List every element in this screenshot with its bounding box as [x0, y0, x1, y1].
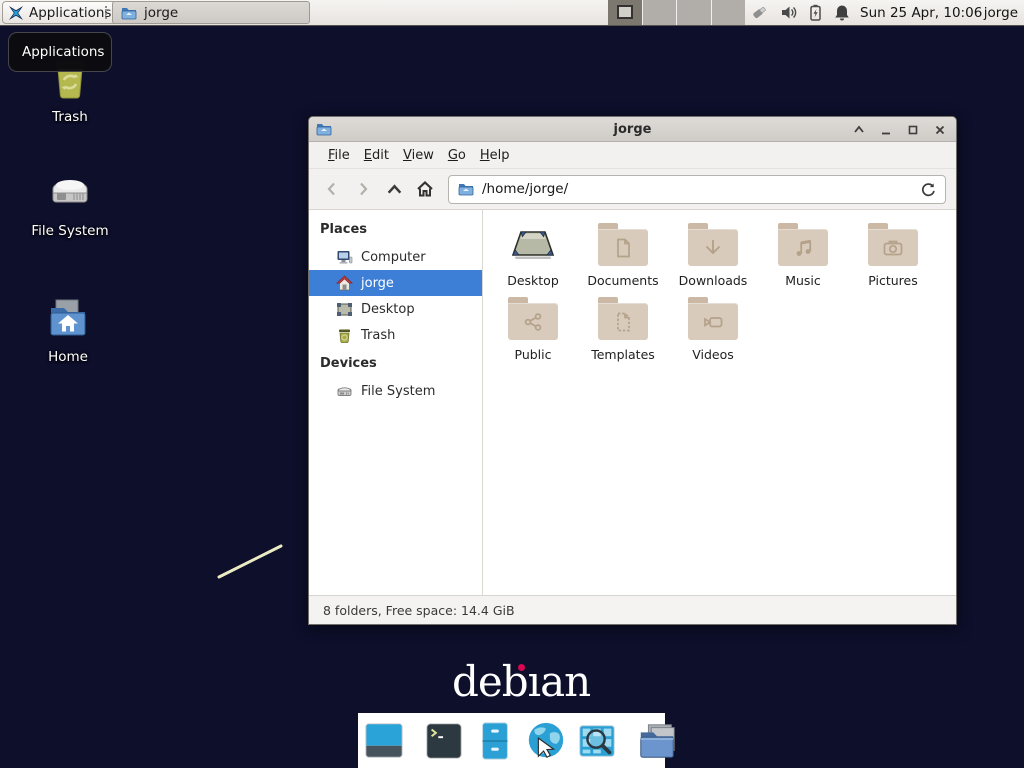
computer-icon	[336, 249, 353, 266]
workspace-3[interactable]	[677, 0, 712, 25]
desktop-surface-icon	[508, 223, 558, 266]
user-home-icon	[336, 275, 353, 292]
web-browser-launcher[interactable]	[525, 719, 567, 763]
camera-icon	[881, 236, 905, 260]
desktop-icon-file-system[interactable]: File System	[18, 170, 122, 239]
video-camera-icon	[701, 310, 725, 334]
desktop: { "panel": { "applications_label": "Appl…	[0, 0, 1024, 768]
desktop-icon-label: Trash	[18, 109, 122, 125]
applications-tooltip: Applications	[8, 32, 112, 72]
reload-icon[interactable]	[921, 182, 936, 197]
menu-help[interactable]: Help	[473, 144, 517, 167]
toolbar: /home/jorge/	[309, 169, 956, 210]
show-desktop-button[interactable]	[363, 719, 405, 763]
folder-item-downloads[interactable]: Downloads	[668, 223, 758, 288]
drive-icon	[336, 383, 353, 400]
sidebar-item-desktop[interactable]: Desktop	[309, 296, 482, 322]
folder-item-music[interactable]: Music	[758, 223, 848, 288]
sidebar-item-jorge[interactable]: jorge	[309, 270, 482, 296]
top-panel: Applications jorge	[0, 0, 1024, 26]
sidebar-item-computer[interactable]: Computer	[309, 244, 482, 270]
template-document-icon	[611, 310, 635, 334]
applications-menu-icon	[8, 5, 24, 21]
workspace-1[interactable]	[608, 0, 643, 25]
status-bar: 8 folders, Free space: 14.4 GiB	[309, 595, 956, 624]
system-tray	[750, 0, 851, 25]
music-notes-icon	[791, 236, 815, 260]
workspace-switcher	[608, 0, 745, 25]
desktop-icon-label: File System	[18, 223, 122, 239]
folder-item-pictures[interactable]: Pictures	[848, 223, 938, 288]
battery-icon[interactable]	[808, 3, 823, 22]
filesystem-drive-icon	[47, 170, 93, 216]
sidebar-item-file-system[interactable]: File System	[309, 378, 482, 404]
download-arrow-icon	[701, 236, 725, 260]
window-folder-icon[interactable]	[316, 121, 332, 137]
up-button[interactable]	[381, 176, 407, 202]
folder-item-videos[interactable]: Videos	[668, 297, 758, 362]
volume-icon[interactable]	[779, 3, 798, 22]
application-finder-launcher[interactable]	[576, 719, 618, 763]
taskbar-window-button[interactable]: jorge	[112, 1, 310, 24]
directory-menu-launcher[interactable]	[636, 719, 678, 763]
file-manager-window: jorge File Edit View Go Help	[308, 116, 957, 625]
sidebar: Places Computer jorge	[309, 210, 483, 595]
desktop-icon-home[interactable]: Home	[16, 296, 120, 365]
path-text: /home/jorge/	[482, 181, 913, 197]
folder-item-templates[interactable]: Templates	[578, 297, 668, 362]
workspace-2[interactable]	[643, 0, 678, 25]
task-folder-icon	[121, 5, 137, 21]
notifications-bell-icon[interactable]	[833, 3, 851, 22]
sidebar-item-trash[interactable]: Trash	[309, 322, 482, 348]
file-manager-launcher[interactable]	[474, 719, 516, 763]
home-button[interactable]	[412, 176, 438, 202]
panel-username: jorge	[984, 0, 1018, 25]
back-button[interactable]	[319, 176, 345, 202]
debian-logo-red-dot	[518, 664, 525, 671]
menu-view[interactable]: View	[396, 144, 441, 167]
status-text: 8 folders, Free space: 14.4 GiB	[323, 603, 515, 618]
document-glyph-icon	[611, 236, 635, 260]
stray-stroke-artifact	[210, 538, 292, 586]
menu-go[interactable]: Go	[441, 144, 473, 167]
shade-button[interactable]	[853, 124, 865, 136]
terminal-launcher[interactable]	[423, 719, 465, 763]
path-folder-icon	[458, 181, 474, 197]
sidebar-devices-header: Devices	[309, 352, 482, 378]
menu-bar: File Edit View Go Help	[309, 142, 956, 169]
close-button[interactable]	[934, 124, 946, 136]
folder-item-public[interactable]: Public	[488, 297, 578, 362]
menu-file[interactable]: File	[321, 144, 357, 167]
panel-separator	[105, 6, 107, 19]
forward-button[interactable]	[350, 176, 376, 202]
folder-item-documents[interactable]: Documents	[578, 223, 668, 288]
minimize-button[interactable]	[880, 124, 892, 136]
debian-logo: debıan	[452, 660, 576, 704]
applications-menu-button[interactable]: Applications	[2, 1, 121, 24]
workspace-window-preview	[617, 5, 633, 19]
path-bar[interactable]: /home/jorge/	[448, 175, 946, 204]
dock	[358, 713, 665, 768]
folder-item-desktop[interactable]: Desktop	[488, 223, 578, 288]
workspace-4[interactable]	[712, 0, 746, 25]
folder-view: Desktop Documents Downloads	[483, 210, 956, 595]
panel-clock[interactable]: Sun 25 Apr, 10:06	[860, 0, 982, 25]
desktop-icon-label: Home	[16, 349, 120, 365]
window-titlebar[interactable]: jorge	[309, 117, 956, 142]
sidebar-places-header: Places	[309, 218, 482, 244]
maximize-button[interactable]	[907, 124, 919, 136]
trash-icon	[336, 327, 353, 344]
menu-edit[interactable]: Edit	[357, 144, 396, 167]
removable-media-icon[interactable]	[750, 3, 769, 22]
share-nodes-icon	[521, 310, 545, 334]
desktop-icon	[336, 301, 353, 318]
home-folder-icon	[45, 296, 91, 342]
